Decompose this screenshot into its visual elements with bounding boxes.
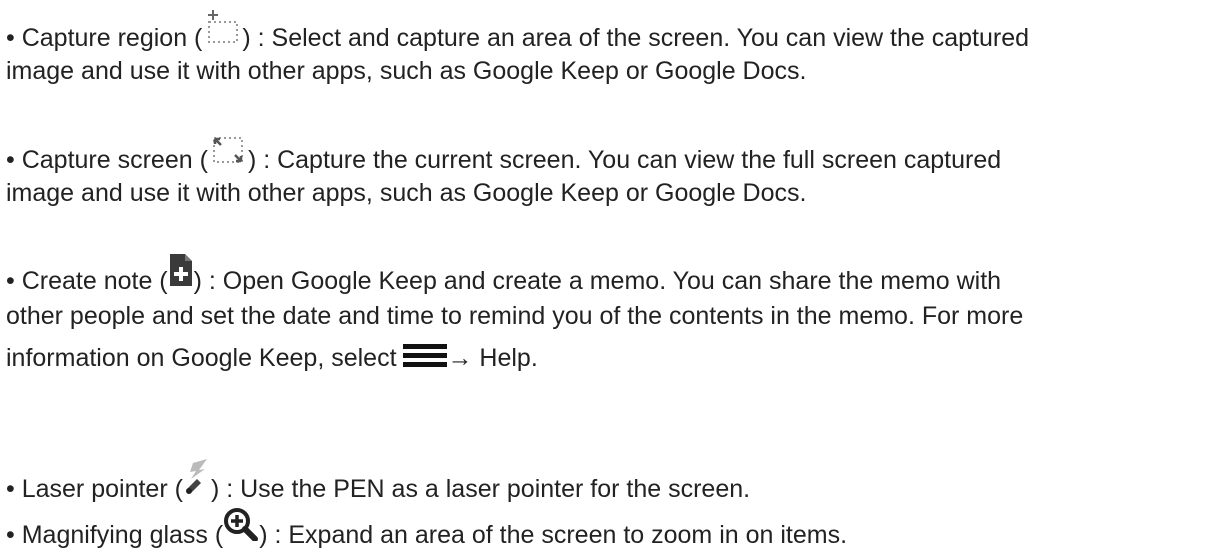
bullet: • (6, 267, 15, 295)
item-title: Capture screen (21, 146, 193, 174)
create-note-icon (168, 253, 194, 287)
bullet: • (6, 475, 15, 503)
capture-screen-icon (208, 130, 248, 172)
bullet: • (6, 146, 15, 174)
item-title: Laser pointer (21, 475, 168, 503)
arrow-glyph: → (447, 344, 473, 372)
list-item-magnifying-glass: • Magnifying glass ( ) : Expand an area … (6, 507, 1212, 549)
item-description: information on Google Keep, select (6, 344, 397, 372)
bullet: • (6, 24, 15, 52)
item-description: ) : Select and capture an area of the sc… (242, 24, 1030, 52)
item-title: Magnifying glass (21, 521, 208, 549)
list-item-line: • Capture screen ( ) : Capture the curre… (6, 130, 1212, 174)
capture-region-icon (202, 8, 242, 50)
item-title: Create note (21, 267, 153, 295)
list-item-line: information on Google Keep, select → Hel… (6, 337, 1212, 379)
item-description: ) : Capture the current screen. You can … (247, 146, 1002, 174)
document: • Capture region ( ) : Select and captur… (0, 0, 1218, 557)
list-item-line: • Create note ( ) : Open Google Keep and… (6, 253, 1212, 295)
item-description: ) : Use the PEN as a laser pointer for t… (210, 475, 751, 503)
list-item-laser-pointer: • Laser pointer ( ) : Use the PEN as a l… (6, 459, 1212, 503)
menu-icon (403, 342, 448, 370)
item-title: Capture region (21, 24, 188, 52)
item-description: Help. (479, 344, 538, 372)
list-item-line: image and use it with other apps, such a… (6, 179, 807, 207)
magnifying-glass-icon (223, 507, 259, 541)
list-item-line: • Magnifying glass ( ) : Expand an area … (6, 507, 1212, 549)
laser-pointer-icon (183, 459, 211, 495)
bullet: • (6, 521, 15, 549)
list-item-line: other people and set the date and time t… (6, 302, 1024, 330)
list-item-create-note: • Create note ( ) : Open Google Keep and… (6, 253, 1212, 379)
item-description: ) : Expand an area of the screen to zoom… (259, 521, 848, 549)
list-item-line: image and use it with other apps, such a… (6, 57, 807, 85)
list-item-capture-region: • Capture region ( ) : Select and captur… (6, 8, 1212, 92)
list-item-capture-screen: • Capture screen ( ) : Capture the curre… (6, 130, 1212, 214)
list-item-line: • Capture region ( ) : Select and captur… (6, 8, 1212, 52)
list-item-line: • Laser pointer ( ) : Use the PEN as a l… (6, 459, 1212, 503)
item-description: ) : Open Google Keep and create a memo. … (193, 267, 1002, 295)
